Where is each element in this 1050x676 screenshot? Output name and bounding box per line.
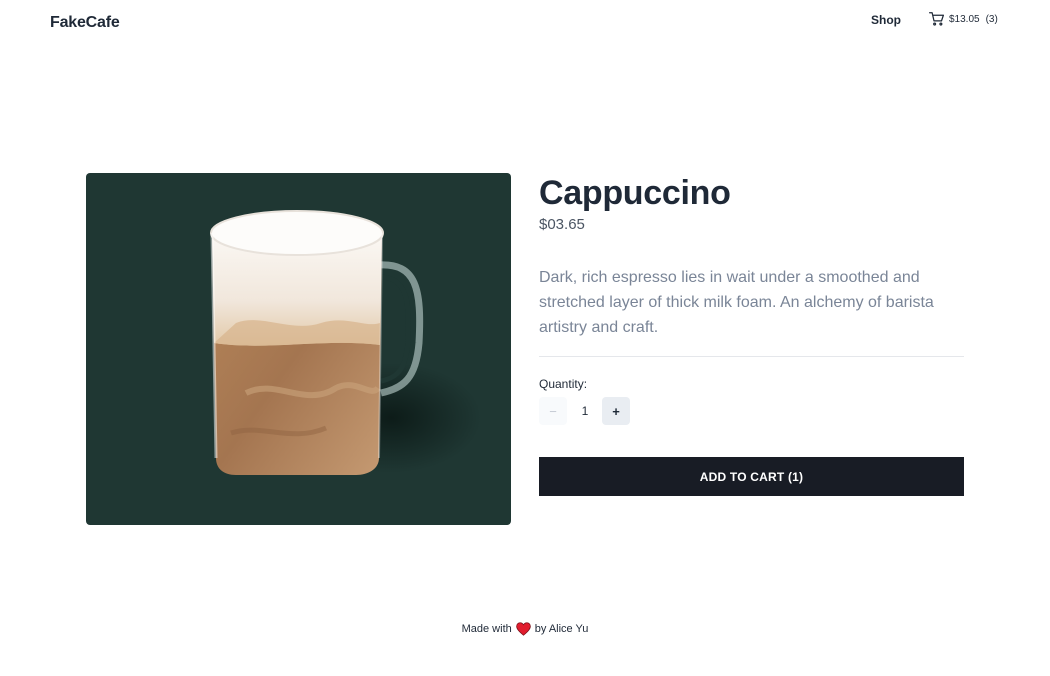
product-description: Dark, rich espresso lies in wait under a… [539,269,934,336]
heart-icon [515,622,531,636]
cart-total: $13.05 [949,13,980,25]
cappuccino-mug-illustration [210,210,481,475]
site-header: FakeCafe Shop $13.05 (3) [0,0,1050,46]
nav-shop-link[interactable]: Shop [871,13,901,27]
footer-author: by Alice Yu [534,623,589,635]
cart-icon [929,12,944,26]
quantity-decrease-button[interactable]: − [539,397,567,425]
quantity-label: Quantity: [539,377,588,391]
cart-button[interactable]: $13.05 (3) [929,11,998,27]
product-price: $03.65 [539,216,585,233]
quantity-increase-button[interactable]: + [602,397,630,425]
site-footer: Made with by Alice Yu [0,622,1050,636]
product-title: Cappuccino [539,174,731,212]
divider [539,356,964,357]
footer-made-with: Made with [461,623,512,635]
quantity-value: 1 [581,404,589,418]
add-to-cart-button[interactable]: ADD TO CART (1) [539,457,964,496]
site-logo[interactable]: FakeCafe [50,14,120,32]
product-image [86,173,511,525]
cart-count: (3) [985,13,998,25]
